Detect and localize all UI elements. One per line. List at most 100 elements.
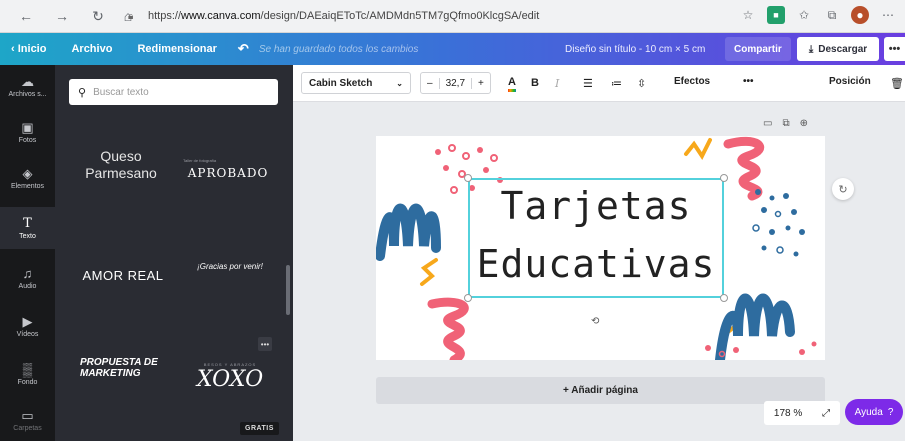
download-label: Descargar [818,43,868,55]
text-panel: ⚲ Buscar texto Queso Parmesano Taller de… [55,65,293,441]
more-options-button[interactable]: ••• [884,37,905,61]
text-template-propuesta[interactable]: PROPUESTA DE MARKETING [80,357,160,379]
question-icon: ? [887,406,894,418]
duplicate-page-icon[interactable]: ⧉ [782,118,789,129]
spacing-icon[interactable]: ⇳ [637,74,646,92]
template-line: Parmesano [85,165,157,181]
save-status: Se han guardado todos los cambios [258,43,419,55]
url-host: www.canva.com [181,10,261,22]
add-page-button[interactable]: + Añadir página [376,377,825,404]
sidebar-item-photos[interactable]: ▣ Fotos [0,111,55,153]
design-title[interactable]: Diseño sin título - 10 cm × 5 cm [565,44,705,55]
orange-squiggle [684,138,712,160]
resize-menu[interactable]: Redimensionar [123,43,227,55]
italic-button[interactable]: I [555,74,559,92]
sidebar-item-uploads[interactable]: ☁ Archivos s... [0,65,55,107]
sidebar-item-text[interactable]: T Texto [0,207,55,249]
back-arrow-icon[interactable]: ← [14,4,38,28]
zoom-control[interactable]: 178 % ⤢ [764,401,840,425]
url-prefix: https:// [148,10,182,22]
panel-scrollbar[interactable] [286,265,290,315]
resize-handle[interactable] [464,294,472,302]
template-line: ¡Gracias por venir! [197,262,263,271]
add-page-icon[interactable]: ⊕ [800,118,808,129]
undo-icon[interactable]: ↶ [228,41,253,57]
text-template-gracias[interactable]: ¡Gracias por venir! [185,262,275,271]
sidebar-item-elements[interactable]: ◈ Elementos [0,157,55,199]
design-canvas[interactable]: Tarjetas Educativas ⟲ [376,136,825,360]
browser-actions: ☆ ■ ✩ ⧉ ● ⋯ [739,6,897,24]
font-size-stepper[interactable]: – 32,7 + [420,72,491,94]
template-line: APROBADO [187,166,269,180]
search-input[interactable]: ⚲ Buscar texto [69,79,278,105]
sidebar-item-folders[interactable]: ▭ Carpetas [0,399,55,441]
rotate-icon[interactable]: ⟲ [591,316,599,327]
share-button[interactable]: Compartir [725,37,791,61]
collections-icon[interactable]: ⧉ [823,6,841,24]
text-toolbar: Cabin Sketch ⌄ – 32,7 + A B I ☰ ≔ ⇳ Efec… [293,65,905,102]
resize-handle[interactable] [464,174,472,182]
sidebar-item-videos[interactable]: ▶ Vídeos [0,305,55,347]
sidebar-item-label: Audio [18,282,37,290]
lock-icon: 🔒︎ [128,10,134,22]
extension-icon[interactable]: ■ [767,6,785,24]
canva-header: ‹ Inicio Archivo Redimensionar ↶ Se han … [0,33,905,65]
cloud-upload-icon: ☁ [21,73,34,89]
card-title-line-1[interactable]: Tarjetas [468,184,724,228]
browser-toolbar: ← → ↻ ⌂ 🔒︎ https://www.canva.com/design/… [0,0,905,33]
reader-icon[interactable]: ☆ [739,6,757,24]
zoom-value[interactable]: 178 % [774,408,802,419]
favorites-icon[interactable]: ✩ [795,6,813,24]
bold-button[interactable]: B [531,74,539,92]
position-button[interactable]: Posición [829,76,871,87]
note-icon[interactable]: ▭ [763,118,772,129]
fullscreen-icon[interactable]: ⤢ [822,408,830,419]
download-button[interactable]: ⤓ Descargar [797,37,879,61]
text-template-queso[interactable]: Queso Parmesano [73,148,169,182]
help-label: Ayuda [854,406,883,418]
search-placeholder: Buscar texto [93,86,149,98]
reload-icon[interactable]: ↻ [86,4,110,28]
free-badge: GRATIS [240,422,279,435]
resize-handle[interactable] [720,294,728,302]
increase-size-button[interactable]: + [472,78,490,89]
refresh-icon[interactable]: ↻ [832,178,854,200]
sidebar-item-label: Archivos s... [8,90,47,98]
background-pattern-icon: ▒ [22,361,33,377]
effects-button[interactable]: Efectos [674,76,710,87]
template-more-button[interactable]: ••• [258,337,272,351]
search-icon: ⚲ [78,86,87,99]
template-line: MARKETING [80,368,141,379]
template-subtext: Taller de fotografía [183,158,217,163]
decrease-size-button[interactable]: – [421,78,439,89]
profile-avatar[interactable]: ● [851,6,869,24]
file-menu[interactable]: Archivo [57,43,123,55]
chevron-down-icon: ⌄ [396,78,403,88]
photo-icon: ▣ [21,119,34,135]
trash-icon[interactable]: 🗑︎ [890,74,904,92]
text-template-amor-real[interactable]: AMOR REAL [73,268,173,283]
shapes-icon: ◈ [22,165,33,181]
text-template-xoxo[interactable]: BESOS Y ABRAZOS XOXO [185,362,275,392]
resize-handle[interactable] [720,174,728,182]
blue-squiggle-left [376,203,441,261]
help-button[interactable]: Ayuda ? [845,399,903,425]
font-family-dropdown[interactable]: Cabin Sketch ⌄ [301,72,411,94]
align-center-icon[interactable]: ☰ [583,74,593,92]
card-title-line-2[interactable]: Educativas [468,242,724,286]
forward-arrow-icon[interactable]: → [50,4,74,28]
address-bar[interactable]: 🔒︎ https://www.canva.com/design/DAEaiqET… [128,5,708,27]
text-color-button[interactable]: A [508,74,516,92]
toolbar-more-button[interactable]: ••• [743,76,754,87]
template-line: AMOR REAL [82,268,164,283]
sidebar-item-audio[interactable]: ♫ Audio [0,257,55,299]
sidebar-item-background[interactable]: ▒ Fondo [0,353,55,395]
sidebar-item-label: Elementos [10,182,45,190]
bulleted-list-icon[interactable]: ≔ [611,74,622,92]
font-size-input[interactable]: 32,7 [438,77,473,89]
browser-menu-icon[interactable]: ⋯ [879,6,897,24]
orange-squiggle [420,258,438,286]
home-link[interactable]: ‹ Inicio [0,43,57,55]
text-template-aprobado[interactable]: Taller de fotografía APROBADO [183,158,273,180]
sidebar-item-label: Carpetas [13,424,42,432]
